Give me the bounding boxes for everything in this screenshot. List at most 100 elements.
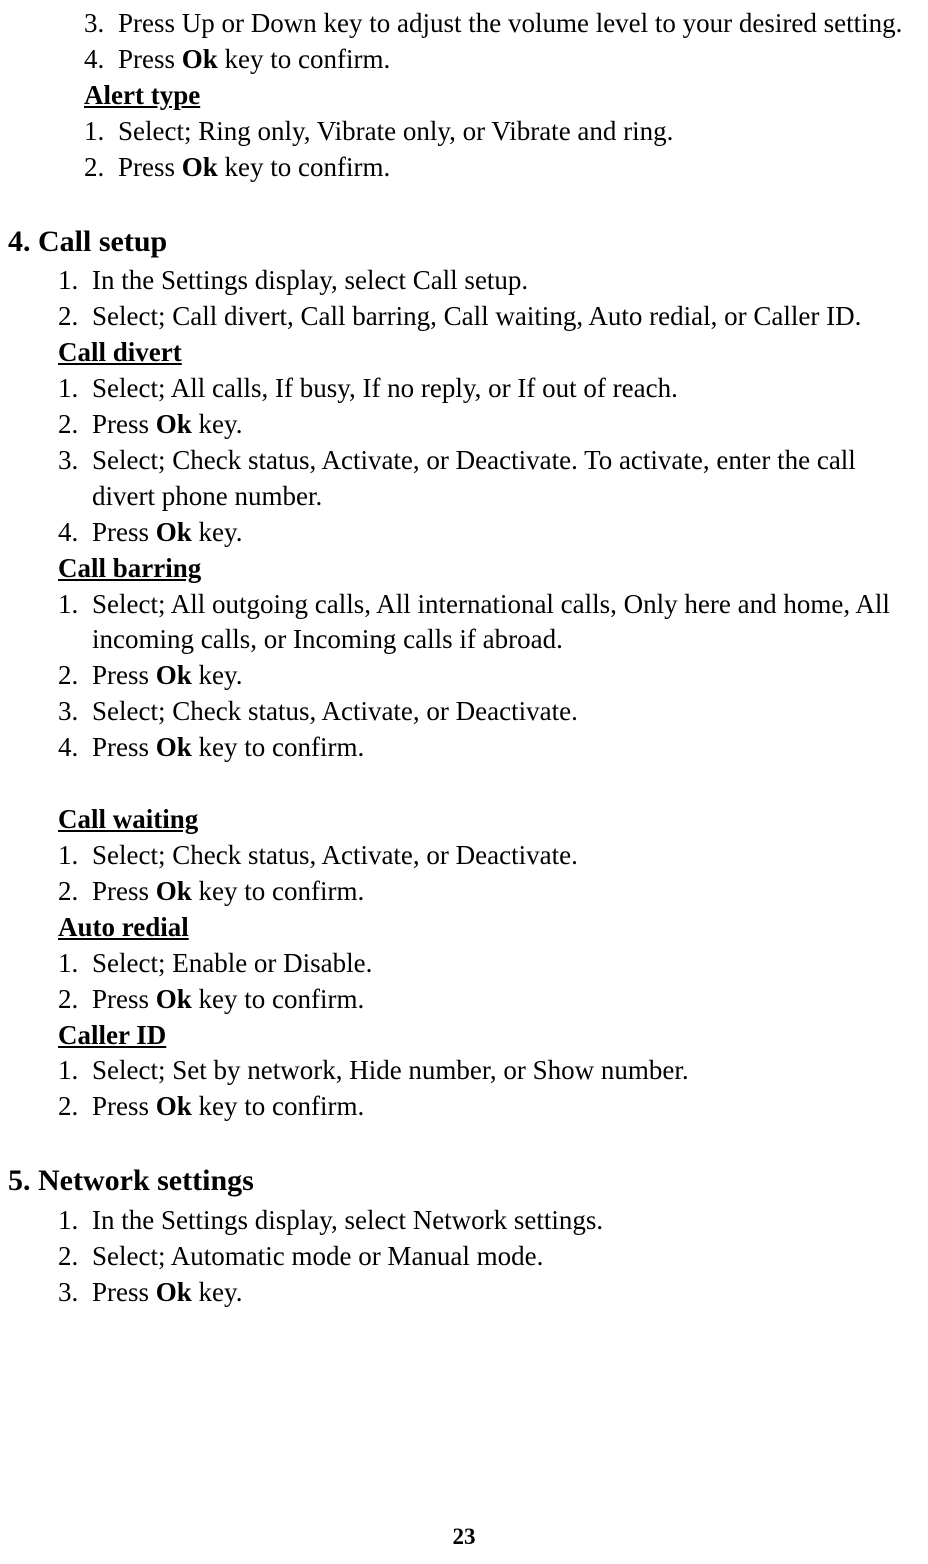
text-prefix: Press — [92, 1277, 156, 1307]
text-prefix: Press — [92, 409, 156, 439]
section-network-settings: 5. Network settings 1. In the Settings d… — [8, 1161, 922, 1311]
bold-key: Ok — [156, 1091, 192, 1121]
bold-key: Ok — [156, 660, 192, 690]
section-body: 1. In the Settings display, select Call … — [58, 263, 916, 1125]
step-number: 1. — [58, 946, 92, 982]
list-item: 1. Select; Check status, Activate, or De… — [58, 838, 916, 874]
step-number: 1. — [58, 1053, 92, 1089]
text-suffix: key to confirm. — [218, 152, 390, 182]
list-item: 2. Press Ok key to confirm. — [58, 1089, 916, 1125]
step-number: 1. — [58, 371, 92, 407]
step-text: Press Up or Down key to adjust the volum… — [118, 6, 922, 42]
bold-key: Ok — [156, 732, 192, 762]
text-suffix: key to confirm. — [192, 876, 364, 906]
bold-key: Ok — [156, 409, 192, 439]
text-prefix: Press — [118, 44, 182, 74]
step-number: 1. — [84, 114, 118, 150]
step-text: Select; Check status, Activate, or Deact… — [92, 838, 916, 874]
sub-heading-call-waiting: Call waiting — [58, 802, 916, 838]
step-number: 4. — [58, 515, 92, 551]
step-text: Press Ok key to confirm. — [92, 982, 916, 1018]
list-item: 2. Press Ok key to confirm. — [84, 150, 922, 186]
step-text: Select; Set by network, Hide number, or … — [92, 1053, 916, 1089]
sub-heading-auto-redial: Auto redial — [58, 910, 916, 946]
text-suffix: key to confirm. — [192, 1091, 364, 1121]
step-number: 3. — [58, 694, 92, 730]
step-text: Press Ok key to confirm. — [92, 874, 916, 910]
step-number: 4. — [84, 42, 118, 78]
list-item: 2. Press Ok key to confirm. — [58, 874, 916, 910]
step-text: Select; Ring only, Vibrate only, or Vibr… — [118, 114, 922, 150]
text-suffix: key. — [192, 517, 243, 547]
list-item: 1. Select; Enable or Disable. — [58, 946, 916, 982]
step-number: 2. — [58, 874, 92, 910]
step-number: 1. — [58, 838, 92, 874]
text-prefix: Press — [92, 876, 156, 906]
text-suffix: key to confirm. — [192, 732, 364, 762]
section-heading-call-setup: 4. Call setup — [8, 222, 922, 262]
bold-key: Ok — [182, 44, 218, 74]
step-text: Select; Check status, Activate, or Deact… — [92, 443, 916, 515]
step-text: Press Ok key. — [92, 515, 916, 551]
list-item: 3. Press Ok key. — [58, 1275, 916, 1311]
text-prefix: Press — [92, 984, 156, 1014]
bold-key: Ok — [156, 1277, 192, 1307]
list-item: 4. Press Ok key to confirm. — [84, 42, 922, 78]
list-item: 4. Press Ok key to confirm. — [58, 730, 916, 766]
list-item: 4. Press Ok key. — [58, 515, 916, 551]
list-item: 1. Select; Set by network, Hide number, … — [58, 1053, 916, 1089]
step-number: 2. — [58, 1239, 92, 1275]
text-suffix: key. — [192, 1277, 243, 1307]
list-item: 1. Select; All outgoing calls, All inter… — [58, 587, 916, 659]
list-item: 1. Select; All calls, If busy, If no rep… — [58, 371, 916, 407]
section-body: 1. In the Settings display, select Netwo… — [58, 1203, 916, 1311]
step-text: Press Ok key to confirm. — [92, 1089, 916, 1125]
list-item: 2. Select; Automatic mode or Manual mode… — [58, 1239, 916, 1275]
text-prefix: Press — [92, 1091, 156, 1121]
step-text: Select; All calls, If busy, If no reply,… — [92, 371, 916, 407]
step-number: 2. — [58, 658, 92, 694]
step-number: 2. — [58, 982, 92, 1018]
step-text: In the Settings display, select Call set… — [92, 263, 916, 299]
bold-key: Ok — [156, 517, 192, 547]
list-item: 2. Press Ok key. — [58, 407, 916, 443]
page-number: 23 — [0, 1524, 928, 1550]
list-item: 3. Select; Check status, Activate, or De… — [58, 443, 916, 515]
step-text: Select; All outgoing calls, All internat… — [92, 587, 916, 659]
step-number: 3. — [84, 6, 118, 42]
sub-heading-call-barring: Call barring — [58, 551, 916, 587]
text-suffix: key to confirm. — [192, 984, 364, 1014]
step-text: Select; Call divert, Call barring, Call … — [92, 299, 916, 335]
bold-key: Ok — [156, 876, 192, 906]
step-text: Press Ok key to confirm. — [118, 42, 922, 78]
step-number: 3. — [58, 443, 92, 515]
list-item: 1. In the Settings display, select Call … — [58, 263, 916, 299]
step-text: In the Settings display, select Network … — [92, 1203, 916, 1239]
document-page: 3. Press Up or Down key to adjust the vo… — [0, 0, 928, 1564]
section-heading-network-settings: 5. Network settings — [8, 1161, 922, 1201]
step-text: Select; Check status, Activate, or Deact… — [92, 694, 916, 730]
sub-heading-caller-id: Caller ID — [58, 1018, 916, 1054]
sub-heading-call-divert: Call divert — [58, 335, 916, 371]
step-number: 2. — [58, 299, 92, 335]
list-item: 3. Press Up or Down key to adjust the vo… — [84, 6, 922, 42]
section-call-setup: 4. Call setup 1. In the Settings display… — [8, 222, 922, 1126]
list-item: 2. Press Ok key. — [58, 658, 916, 694]
list-item: 1. Select; Ring only, Vibrate only, or V… — [84, 114, 922, 150]
step-text: Press Ok key. — [92, 1275, 916, 1311]
bold-key: Ok — [156, 984, 192, 1014]
list-item: 2. Select; Call divert, Call barring, Ca… — [58, 299, 916, 335]
intro-block: 3. Press Up or Down key to adjust the vo… — [84, 6, 922, 186]
step-text: Select; Automatic mode or Manual mode. — [92, 1239, 916, 1275]
step-number: 4. — [58, 730, 92, 766]
step-number: 2. — [58, 407, 92, 443]
step-number: 2. — [58, 1089, 92, 1125]
list-item: 1. In the Settings display, select Netwo… — [58, 1203, 916, 1239]
text-suffix: key. — [192, 660, 243, 690]
text-suffix: key to confirm. — [218, 44, 390, 74]
step-text: Press Ok key to confirm. — [92, 730, 916, 766]
text-prefix: Press — [118, 152, 182, 182]
text-prefix: Press — [92, 660, 156, 690]
step-number: 3. — [58, 1275, 92, 1311]
text-prefix: Press — [92, 732, 156, 762]
